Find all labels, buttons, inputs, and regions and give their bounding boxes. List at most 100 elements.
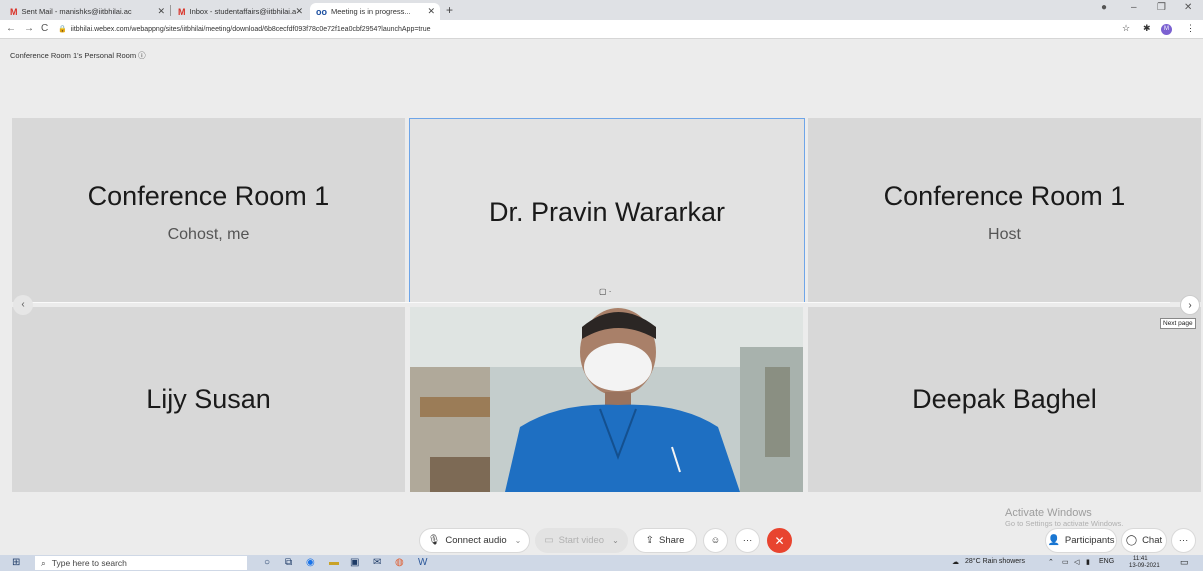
battery-icon[interactable]: ▮ — [1086, 558, 1090, 566]
file-explorer-icon[interactable]: ▬ — [329, 557, 339, 568]
participants-button[interactable]: 👤 Participants — [1045, 528, 1117, 553]
back-icon[interactable]: ← — [6, 23, 16, 34]
more-options-button[interactable]: ··· — [735, 528, 760, 553]
clock-time[interactable]: 11:41 — [1133, 556, 1148, 562]
share-button[interactable]: ⇪ Share — [633, 528, 697, 553]
task-view-icon[interactable]: ⧉ — [285, 557, 292, 568]
reactions-button[interactable]: ☺ — [703, 528, 728, 553]
participants-label: Participants — [1064, 535, 1115, 546]
chat-button[interactable]: ◯ Chat — [1121, 528, 1167, 553]
page-divider — [30, 302, 1170, 303]
cortana-icon[interactable]: ○ — [264, 557, 270, 568]
mail-icon[interactable]: ✉ — [373, 557, 381, 568]
camera-icon: ▭ — [544, 535, 554, 546]
participant-role: Host — [988, 226, 1021, 243]
gmail-icon: M — [178, 6, 186, 17]
network-icon[interactable]: ▭ — [1062, 558, 1069, 566]
tab-label: Sent Mail - manishks@iitbhilai.ac — [21, 7, 132, 16]
lock-icon: 🔒 — [58, 26, 67, 33]
next-page-button[interactable]: › — [1180, 295, 1200, 315]
activate-windows-subtitle: Go to Settings to activate Windows. — [1005, 519, 1124, 528]
extensions-icon[interactable]: ✱ — [1143, 23, 1151, 34]
language-indicator[interactable]: ENG — [1099, 558, 1114, 565]
windows-taskbar: ⊞ ⌕ Type here to search ○ ⧉ ◉ ▬ ▣ ✉ ◍ W … — [0, 555, 1203, 571]
start-video-button[interactable]: ▭ Start video ⌄ — [535, 528, 628, 553]
activate-windows-title: Activate Windows — [1005, 507, 1092, 519]
forward-icon[interactable]: → — [24, 23, 34, 34]
leave-meeting-button[interactable]: ✕ — [767, 528, 792, 553]
new-tab-button[interactable]: + — [446, 3, 453, 17]
close-tab-icon[interactable]: ✕ — [427, 6, 435, 17]
smiley-icon: ☺ — [710, 535, 721, 546]
participant-video[interactable] — [410, 307, 803, 492]
restore-icon[interactable]: ❐ — [1157, 2, 1166, 13]
record-icon[interactable]: ● — [1101, 2, 1107, 13]
participant-role: Cohost, me — [167, 226, 250, 243]
word-icon[interactable]: W — [418, 557, 427, 568]
chevron-down-icon[interactable]: ⌄ — [515, 536, 522, 545]
weather-icon: ☁ — [952, 559, 959, 566]
close-tab-icon[interactable]: ✕ — [157, 6, 165, 17]
chat-bubble-icon: ◯ — [1125, 535, 1138, 546]
windows-start-icon[interactable]: ⊞ — [12, 557, 20, 568]
tab-sent-mail[interactable]: M Sent Mail - manishks@iitbhilai.ac ✕ — [4, 3, 170, 20]
connect-audio-button[interactable]: 🎙 Connect audio ⌄ — [419, 528, 530, 553]
video-status-icon: ▢ · — [599, 287, 612, 296]
chat-label: Chat — [1142, 535, 1163, 546]
address-bar: ← → C 🔒 iitbhilai.webex.com/webappng/site… — [0, 20, 1203, 39]
edge-icon[interactable]: ◉ — [306, 557, 315, 568]
tab-label: Meeting is in progress... — [331, 7, 411, 16]
panel-more-button[interactable]: ··· — [1171, 528, 1196, 553]
star-icon[interactable]: ☆ — [1122, 23, 1130, 34]
profile-avatar[interactable]: M — [1161, 24, 1172, 35]
close-tab-icon[interactable]: ✕ — [295, 6, 303, 17]
store-icon[interactable]: ▣ — [350, 557, 359, 568]
minimize-icon[interactable]: – — [1131, 2, 1137, 13]
participant-tile[interactable]: Lijy Susan — [12, 307, 405, 492]
previous-page-button[interactable]: ‹ — [13, 295, 33, 315]
close-window-icon[interactable]: ✕ — [1184, 2, 1192, 13]
chevron-right-icon: › — [1188, 300, 1192, 311]
browser-tab-strip: M Sent Mail - manishks@iitbhilai.ac ✕ M … — [0, 0, 1203, 20]
more-icon: ··· — [742, 535, 753, 546]
volume-icon[interactable]: ◁ — [1074, 558, 1079, 566]
tab-inbox[interactable]: M Inbox - studentaffairs@iitbhilai.a ✕ — [172, 3, 308, 20]
search-placeholder: Type here to search — [51, 558, 127, 568]
tray-chevron-icon[interactable]: ⌃ — [1048, 558, 1054, 566]
participant-name: Lijy Susan — [146, 384, 271, 414]
share-label: Share — [659, 535, 685, 546]
participant-name: Dr. Pravin Wararkar — [488, 197, 726, 227]
participant-name: Conference Room 1 — [87, 181, 330, 211]
notifications-icon[interactable]: ▭ — [1180, 557, 1189, 568]
room-title[interactable]: Conference Room 1's Personal Room ⓘ — [10, 50, 146, 61]
connect-audio-label: Connect audio — [445, 535, 507, 546]
tab-meeting[interactable]: oo Meeting is in progress... ✕ — [310, 3, 440, 20]
tab-label: Inbox - studentaffairs@iitbhilai.a — [189, 7, 297, 16]
participant-tile[interactable]: Conference Room 1 Host — [808, 118, 1201, 302]
url-text: iitbhilai.webex.com/webappng/sites/iitbh… — [70, 26, 431, 33]
webex-icon: oo — [316, 6, 327, 17]
more-icon: ··· — [1178, 535, 1189, 546]
tab-separator — [170, 5, 171, 16]
start-video-label: Start video — [558, 535, 605, 546]
clock-date[interactable]: 13-09-2021 — [1129, 563, 1160, 569]
weather-text[interactable]: 28°C Rain showers — [965, 558, 1025, 565]
microphone-icon: 🎙 — [427, 535, 441, 546]
next-page-tooltip: Next page — [1160, 318, 1196, 329]
share-icon: ⇪ — [645, 535, 655, 546]
search-icon: ⌕ — [41, 557, 46, 568]
url-field[interactable]: 🔒 iitbhilai.webex.com/webappng/sites/iitb… — [58, 23, 1098, 36]
gmail-icon: M — [10, 6, 18, 17]
close-icon: ✕ — [774, 533, 785, 548]
taskbar-search[interactable]: ⌕ Type here to search — [35, 556, 247, 570]
participant-name: Conference Room 1 — [883, 181, 1126, 211]
chevron-down-icon[interactable]: ⌄ — [612, 536, 619, 545]
participant-name: Deepak Baghel — [912, 384, 1097, 414]
participants-icon: 👤 — [1047, 535, 1060, 546]
active-speaker-tile[interactable]: Dr. Pravin Wararkar ▢ · — [409, 118, 805, 303]
chrome-icon[interactable]: ◍ — [395, 557, 404, 568]
reload-icon[interactable]: C — [41, 23, 48, 34]
participant-tile[interactable]: Conference Room 1 Cohost, me — [12, 118, 405, 302]
browser-menu-icon[interactable]: ⋮ — [1186, 23, 1195, 34]
participant-tile[interactable]: Deepak Baghel — [808, 307, 1201, 492]
